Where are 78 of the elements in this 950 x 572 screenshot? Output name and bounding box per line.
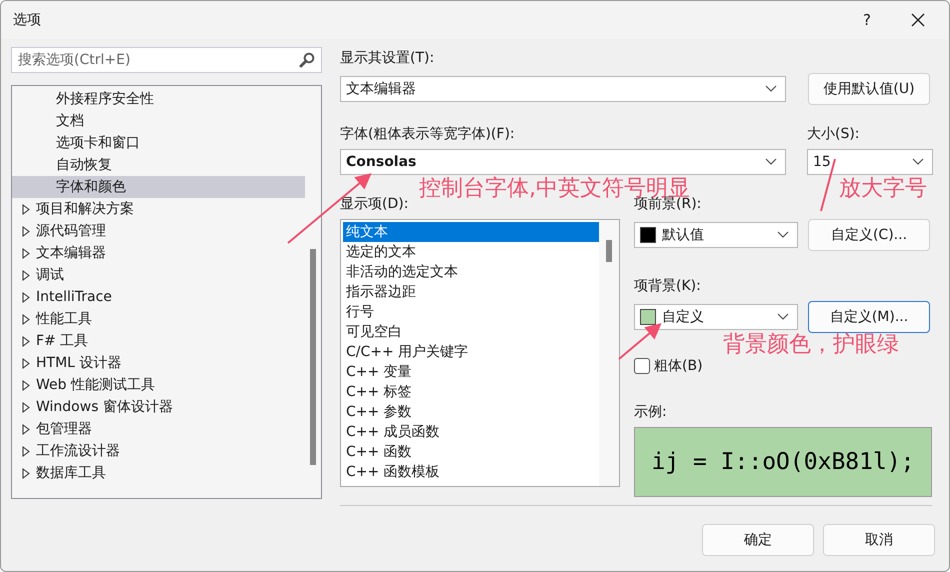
field-label: 项背景(K): xyxy=(634,277,701,295)
tree-item[interactable]: 调试 xyxy=(36,266,64,284)
chevron-down-icon[interactable] xyxy=(777,313,789,321)
font-dropdown[interactable]: Consolas xyxy=(340,149,786,175)
tree-item[interactable]: 性能工具 xyxy=(36,310,92,328)
list-item[interactable]: 选定的文本 xyxy=(343,242,599,262)
expand-icon[interactable] xyxy=(22,226,30,236)
list-item[interactable]: C/C++ 用户关键字 xyxy=(343,342,599,362)
list-item[interactable]: 纯文本 xyxy=(343,222,599,242)
field-label: 大小(S): xyxy=(807,125,860,143)
list-item[interactable]: C++ 变量 xyxy=(343,362,599,382)
search-input[interactable]: 搜索选项(Ctrl+E) xyxy=(16,51,299,69)
help-button[interactable]: ? xyxy=(863,11,871,29)
customize-button[interactable]: 自定义(C)... xyxy=(808,219,930,251)
expand-icon[interactable] xyxy=(22,402,30,412)
sample-text: ij = I::oO(0xB81l); xyxy=(651,449,915,475)
annotation-arrow xyxy=(618,323,662,360)
foreground-dropdown[interactable]: 默认值 xyxy=(634,222,798,248)
field-label: 显示项(D): xyxy=(340,195,408,213)
expand-icon[interactable] xyxy=(22,468,30,478)
list-item[interactable]: C++ 函数 xyxy=(343,442,599,462)
list-item[interactable]: 可见空白 xyxy=(343,322,599,342)
annotation-text: 背景颜色，护眼绿 xyxy=(723,333,899,358)
annotation-text: 放大字号 xyxy=(839,177,927,202)
chevron-down-icon[interactable] xyxy=(765,158,777,166)
customize-button[interactable]: 自定义(M)... xyxy=(808,301,930,333)
cancel-button[interactable]: 取消 xyxy=(823,524,935,556)
default-button[interactable]: 使用默认值(U) xyxy=(808,73,930,105)
chevron-down-icon[interactable] xyxy=(765,85,777,93)
chevron-down-icon[interactable] xyxy=(777,231,789,239)
tree-item[interactable]: 字体和颜色 xyxy=(56,178,126,196)
tree-item[interactable]: 工作流设计器 xyxy=(36,442,120,460)
list-item[interactable]: C++ 成员函数 xyxy=(343,422,599,442)
window-title: 选项 xyxy=(13,11,41,29)
tree-item[interactable]: 源代码管理 xyxy=(36,222,106,240)
list-item[interactable]: C++ 参数 xyxy=(343,402,599,422)
expand-icon[interactable] xyxy=(22,446,30,456)
settings-dropdown[interactable]: 文本编辑器 xyxy=(340,76,786,102)
tree-item[interactable]: 外接程序安全性 xyxy=(56,90,154,108)
tree-item[interactable]: Web 性能测试工具 xyxy=(36,376,155,394)
field-label: 字体(粗体表示等宽字体)(F): xyxy=(340,125,515,143)
expand-icon[interactable] xyxy=(22,204,30,214)
expand-icon[interactable] xyxy=(22,358,30,368)
size-dropdown[interactable]: 15 xyxy=(807,149,933,175)
tree-item[interactable]: F# 工具 xyxy=(36,332,88,350)
search-field[interactable]: 搜索选项(Ctrl+E) xyxy=(11,47,322,73)
tree-item[interactable]: 包管理器 xyxy=(36,420,92,438)
list-item[interactable]: 行号 xyxy=(343,302,599,322)
expand-icon[interactable] xyxy=(22,314,30,324)
tree-item[interactable]: 自动恢复 xyxy=(56,156,112,174)
chevron-down-icon[interactable] xyxy=(912,158,924,166)
list-item[interactable]: C++ 函数模板 xyxy=(343,462,599,482)
expand-icon[interactable] xyxy=(22,336,30,346)
tree-item[interactable]: IntelliTrace xyxy=(36,289,112,305)
close-icon[interactable] xyxy=(911,13,925,27)
tree-item[interactable]: Windows 窗体设计器 xyxy=(36,398,173,416)
tree-item[interactable]: 文档 xyxy=(56,112,84,130)
list-item[interactable]: 指示器边距 xyxy=(343,282,599,302)
tree-item[interactable]: 项目和解决方案 xyxy=(36,200,134,218)
bold-checkbox[interactable] xyxy=(634,358,650,374)
expand-icon[interactable] xyxy=(22,248,30,258)
scrollbar[interactable] xyxy=(599,220,619,486)
checkbox-label: 粗体(B) xyxy=(654,357,703,375)
expand-icon[interactable] xyxy=(22,424,30,434)
field-label: 显示其设置(T): xyxy=(340,49,434,67)
search-icon xyxy=(299,52,315,68)
expand-icon[interactable] xyxy=(22,292,30,302)
background-dropdown[interactable]: 自定义 xyxy=(634,304,798,330)
tree-item[interactable]: HTML 设计器 xyxy=(36,354,122,372)
tree-item[interactable]: 数据库工具 xyxy=(36,464,106,482)
tree-item[interactable]: 选项卡和窗口 xyxy=(56,134,140,152)
list-item[interactable]: C++ 标签 xyxy=(343,382,599,402)
list-item[interactable]: 非活动的选定文本 xyxy=(343,262,599,282)
ok-button[interactable]: 确定 xyxy=(702,524,814,556)
expand-icon[interactable] xyxy=(22,270,30,280)
expand-icon[interactable] xyxy=(22,380,30,390)
field-label: 示例: xyxy=(634,403,667,421)
tree-item[interactable]: 文本编辑器 xyxy=(36,244,106,262)
